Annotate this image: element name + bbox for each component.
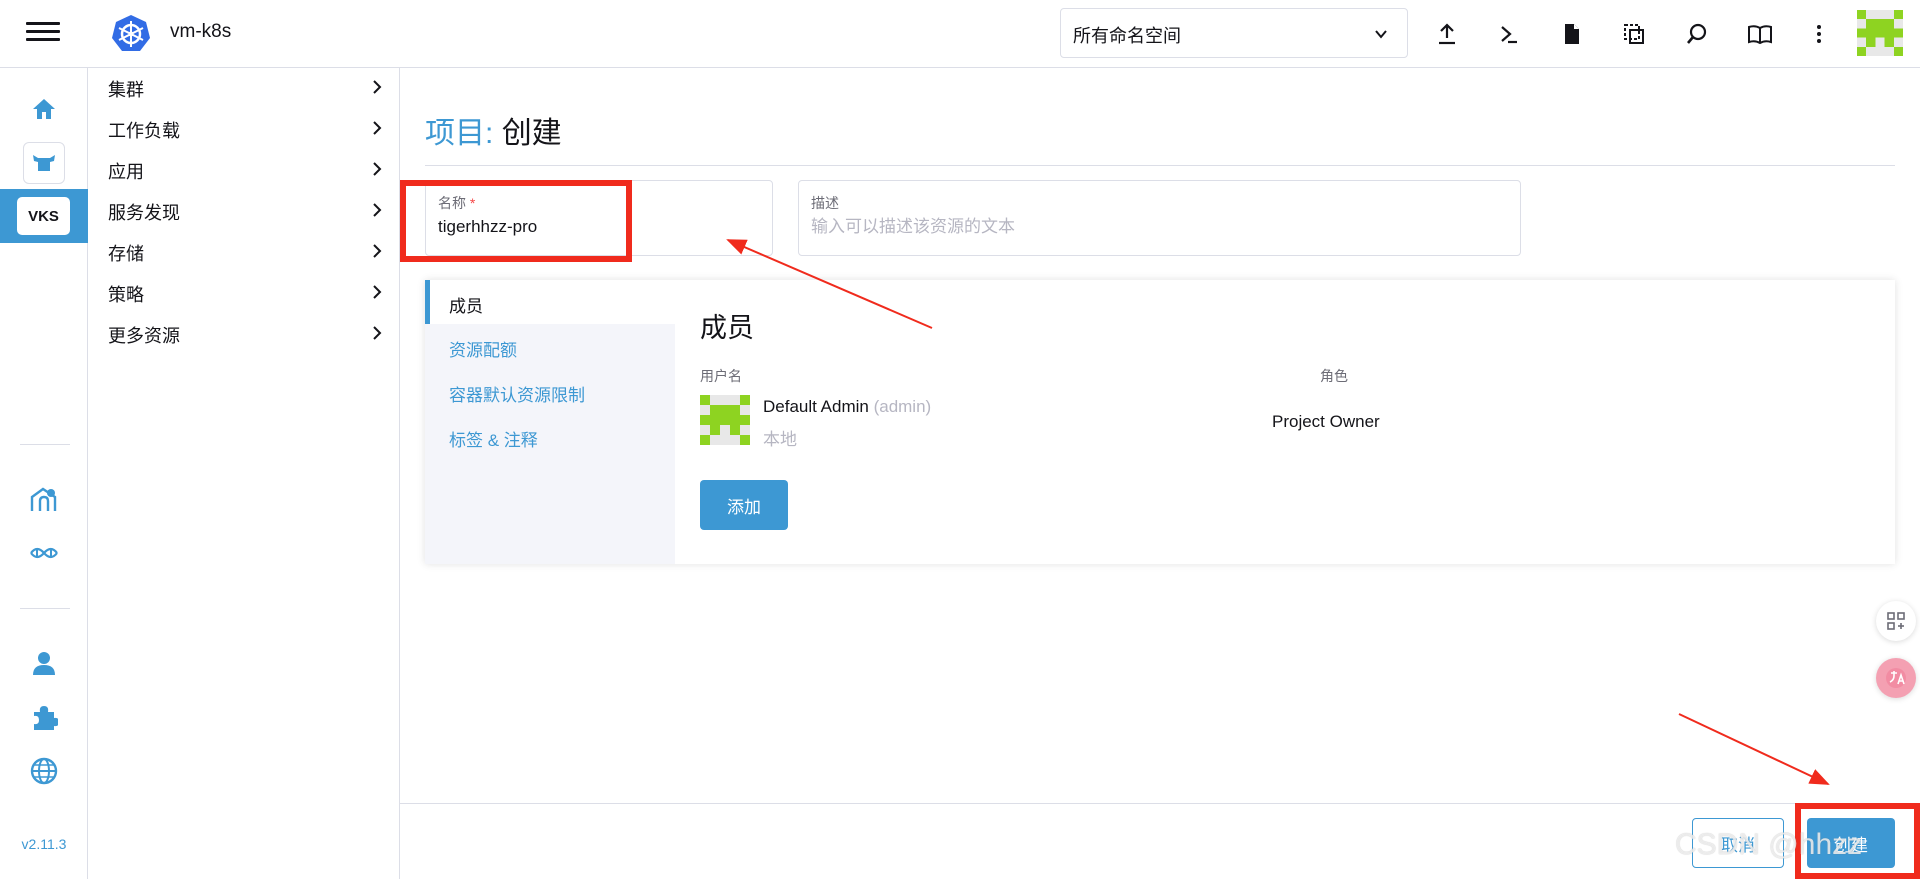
user-avatar[interactable] (1857, 10, 1903, 56)
description-field[interactable]: 描述 (798, 180, 1521, 256)
nav-item-label: 更多资源 (108, 326, 180, 346)
name-input[interactable] (438, 217, 750, 237)
nav-item-storage[interactable]: 存储 (108, 236, 388, 266)
left-rail: VKS v2.11.3 (0, 68, 88, 879)
top-bar: vm-k8s 所有命名空间 (0, 0, 1920, 68)
side-nav: 集群 工作负载 应用 服务发现 存储 策略 更多资源 (88, 68, 400, 879)
nav-item-workloads[interactable]: 工作负载 (108, 113, 388, 143)
member-role: Project Owner (1272, 412, 1380, 431)
nav-item-label: 策略 (108, 285, 144, 305)
chevron-down-icon (1375, 30, 1387, 39)
members-heading: 成员 (700, 313, 754, 343)
terminal-icon[interactable] (1494, 19, 1524, 49)
column-header-username: 用户名 (700, 368, 742, 384)
cancel-button[interactable]: 取消 (1692, 818, 1784, 868)
chevron-right-icon (373, 121, 382, 135)
chevron-right-icon (373, 80, 382, 94)
extensions-icon[interactable] (25, 698, 63, 736)
vks-badge: VKS (17, 197, 70, 235)
nav-item-label: 应用 (108, 162, 144, 182)
tab-container-default-limits[interactable]: 容器默认资源限制 (425, 369, 675, 413)
nav-item-service-discovery[interactable]: 服务发现 (108, 195, 388, 225)
chevron-right-icon (373, 285, 382, 299)
rail-divider (20, 444, 70, 445)
globe-icon[interactable] (25, 752, 63, 790)
harvester-icon[interactable] (25, 534, 63, 572)
menu-icon[interactable] (26, 22, 60, 46)
member-avatar (700, 395, 750, 445)
create-button[interactable]: 创建 (1807, 818, 1895, 868)
cluster-name: vm-k8s (170, 21, 232, 42)
namespace-select[interactable]: 所有命名空间 (1060, 8, 1408, 58)
rail-divider (20, 608, 70, 609)
column-header-role: 角色 (1320, 368, 1348, 384)
title-divider (425, 165, 1895, 166)
main-content: 项目: 创建 名称 * 描述 成员 资源配额 容器默认资源限制 标签 & 注释 … (400, 68, 1920, 879)
nav-item-apps[interactable]: 应用 (108, 154, 388, 184)
breadcrumb-projects[interactable]: 项目: (425, 117, 493, 150)
name-field[interactable]: 名称 * (425, 180, 773, 256)
file-icon[interactable] (1557, 19, 1587, 49)
description-field-label: 描述 (811, 195, 839, 211)
rail-item-vks[interactable]: VKS (0, 189, 88, 243)
nav-item-label: 存储 (108, 244, 144, 264)
description-input[interactable] (811, 217, 1460, 237)
fleet-icon[interactable] (25, 480, 63, 518)
translate-icon[interactable] (1876, 658, 1916, 698)
tab-list: 成员 资源配额 容器默认资源限制 标签 & 注释 (425, 280, 675, 564)
version-label[interactable]: v2.11.3 (0, 836, 88, 852)
more-vertical-icon[interactable] (1804, 19, 1834, 49)
nav-item-label: 集群 (108, 80, 144, 100)
tab-labels-annotations[interactable]: 标签 & 注释 (425, 414, 675, 458)
page-title: 项目: 创建 (425, 108, 562, 152)
tab-members[interactable]: 成员 (425, 280, 675, 324)
upload-icon[interactable] (1432, 19, 1462, 49)
nav-item-label: 服务发现 (108, 203, 180, 223)
nav-item-label: 工作负载 (108, 121, 180, 141)
rancher-logo-icon[interactable] (23, 142, 65, 184)
add-member-button[interactable]: 添加 (700, 480, 788, 530)
chevron-right-icon (373, 162, 382, 176)
nav-item-policy[interactable]: 策略 (108, 277, 388, 307)
nav-item-more-resources[interactable]: 更多资源 (108, 318, 388, 348)
page-action-title: 创建 (501, 117, 562, 150)
search-icon[interactable] (1682, 19, 1712, 49)
name-field-label: 名称 * (438, 195, 476, 211)
footer-divider (400, 803, 1920, 804)
kubernetes-logo[interactable] (110, 13, 152, 55)
chevron-right-icon (373, 203, 382, 217)
user-icon[interactable] (25, 644, 63, 682)
member-source: 本地 (763, 430, 797, 449)
apps-grid-icon[interactable] (1876, 601, 1916, 641)
book-icon[interactable] (1745, 19, 1775, 49)
tabbed-panel: 成员 资源配额 容器默认资源限制 标签 & 注释 成员 用户名 角色 Defau… (425, 280, 1895, 564)
member-name: Default Admin (admin) (763, 397, 932, 416)
copy-icon[interactable] (1619, 19, 1649, 49)
nav-item-cluster[interactable]: 集群 (108, 72, 388, 102)
chevron-right-icon (373, 326, 382, 340)
tab-resource-quotas[interactable]: 资源配额 (425, 324, 675, 368)
home-icon[interactable] (25, 90, 63, 128)
namespace-select-value: 所有命名空间 (1073, 26, 1181, 46)
chevron-right-icon (373, 244, 382, 258)
